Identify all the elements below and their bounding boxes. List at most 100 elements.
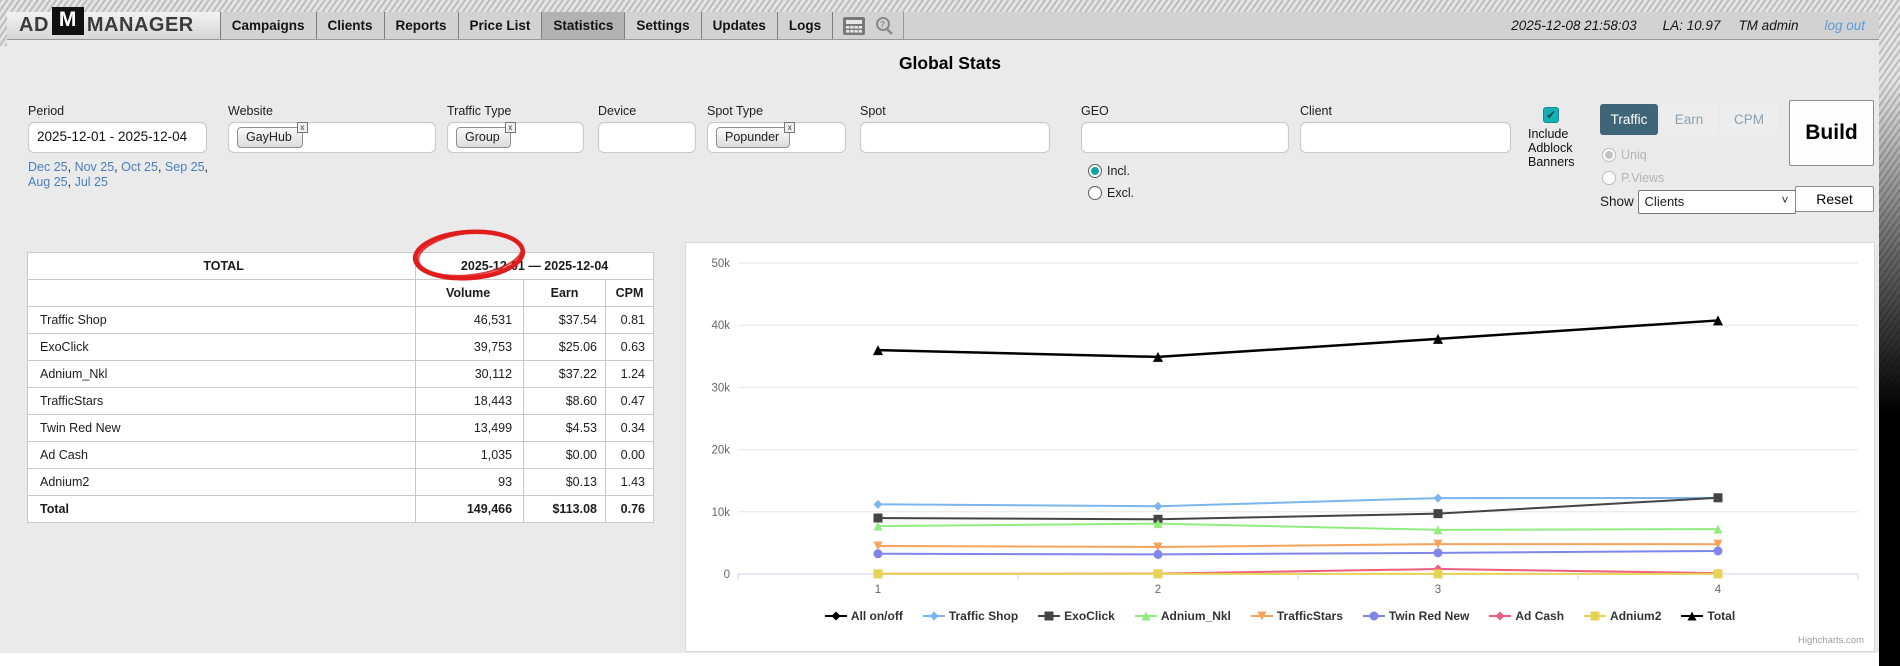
header-tools: ?	[833, 12, 904, 39]
quick-period-link-sep-25[interactable]: Sep 25	[165, 160, 205, 174]
search-icon[interactable]: ?	[873, 16, 895, 36]
cell-cpm: 0.00	[605, 442, 653, 469]
cell-cpm: 0.63	[605, 334, 653, 361]
legend-item-adnium-nkl[interactable]: Adnium_Nkl	[1135, 609, 1231, 623]
table-row-twin-red-new: Twin Red New 13,499 $4.53 0.34	[28, 415, 654, 442]
adblock-checkbox-label: IncludeAdblockBanners	[1528, 127, 1575, 169]
period-input[interactable]: 2025-12-01 - 2025-12-04	[28, 122, 207, 153]
device-input[interactable]	[598, 122, 696, 153]
nav-tab-clients[interactable]: Clients	[316, 12, 384, 39]
top-stripe-band	[0, 0, 1900, 12]
metric-toggle-group: TrafficEarnCPM	[1600, 104, 1778, 135]
data-point-twin-red-new-1	[874, 549, 883, 558]
legend-item-twin-red-new[interactable]: Twin Red New	[1363, 609, 1469, 623]
logo-text-ad: AD	[19, 14, 49, 37]
website-label: Website	[228, 104, 273, 118]
show-select[interactable]: Clients˅	[1638, 190, 1796, 214]
data-point-traffic-shop-3	[1434, 494, 1443, 503]
cell-name: ExoClick	[28, 334, 416, 361]
cell-volume: 46,531	[416, 307, 524, 334]
y-axis-label-40k: 40k	[711, 320, 730, 332]
nav-tab-price-list[interactable]: Price List	[458, 12, 542, 39]
legend-item-traffic-shop[interactable]: Traffic Shop	[923, 609, 1018, 623]
legend-item-adnium2[interactable]: Adnium2	[1584, 609, 1661, 623]
table-header-total: TOTAL	[28, 253, 416, 280]
legend-label-traffic-shop: Traffic Shop	[949, 609, 1018, 623]
website-chip[interactable]: GayHubx	[237, 127, 303, 148]
metric-tab-traffic[interactable]: Traffic	[1600, 104, 1658, 135]
legend-item-ad-cash[interactable]: Ad Cash	[1489, 609, 1564, 623]
quick-period-link-oct-25[interactable]: Oct 25	[121, 160, 158, 174]
metric-tab-earn[interactable]: Earn	[1660, 104, 1718, 135]
excl-radio[interactable]	[1088, 186, 1102, 200]
legend-marker-total	[1681, 610, 1703, 622]
cell-earn: $37.22	[524, 361, 606, 388]
cell-name: Twin Red New	[28, 415, 416, 442]
nav-tab-settings[interactable]: Settings	[624, 12, 700, 39]
legend-label-all-on-off: All on/off	[851, 609, 903, 623]
traffic-type-label: Traffic Type	[447, 104, 511, 118]
data-point-adnium2-2	[1154, 569, 1163, 578]
quick-period-link-jul-25[interactable]: Jul 25	[75, 175, 108, 189]
calculator-icon[interactable]	[841, 16, 867, 36]
remove-traffic-type-chip-icon[interactable]: x	[505, 122, 516, 133]
cell-volume: 18,443	[416, 388, 524, 415]
spot-label: Spot	[860, 104, 886, 118]
cell-volume: 39,753	[416, 334, 524, 361]
adblock-checkbox[interactable]: ✔	[1543, 107, 1559, 123]
spot-type-input[interactable]: Popunderx	[707, 122, 846, 153]
remove-website-chip-icon[interactable]: x	[297, 122, 308, 133]
x-axis-label-1: 1	[875, 584, 881, 596]
metric-tab-cpm[interactable]: CPM	[1720, 104, 1778, 135]
quick-period-link-aug-25[interactable]: Aug 25	[28, 175, 68, 189]
bottom-strip	[0, 653, 1879, 666]
cell-name: Adnium_Nkl	[28, 361, 416, 388]
spot-type-chip[interactable]: Popunderx	[716, 127, 790, 148]
right-stripe-band	[1879, 0, 1900, 666]
pviews-radio[interactable]	[1602, 171, 1616, 185]
chevron-down-icon: ˅	[1782, 193, 1789, 207]
traffic-type-input[interactable]: Groupx	[447, 122, 584, 153]
uniq-radio[interactable]	[1602, 148, 1616, 162]
legend-item-total[interactable]: Total	[1681, 609, 1735, 623]
cell-earn: $37.54	[524, 307, 606, 334]
nav-tab-updates[interactable]: Updates	[701, 12, 777, 39]
app-logo: ADMMANAGER	[7, 12, 220, 39]
client-input[interactable]	[1300, 122, 1511, 153]
cell-cpm: 0.76	[605, 496, 653, 523]
logout-link[interactable]: log out	[1824, 18, 1865, 33]
nav-tab-reports[interactable]: Reports	[384, 12, 458, 39]
traffic-line-chart: 010k20k30k40k50k1234	[686, 243, 1874, 651]
website-input[interactable]: GayHubx	[228, 122, 436, 153]
build-button[interactable]: Build	[1789, 100, 1874, 166]
legend-item-exoclick[interactable]: ExoClick	[1038, 609, 1115, 623]
cell-cpm: 0.47	[605, 388, 653, 415]
geo-input[interactable]	[1081, 122, 1289, 153]
legend-marker-exoclick	[1038, 610, 1060, 622]
current-datetime: 2025-12-08 21:58:03	[1511, 18, 1636, 33]
period-label: Period	[28, 104, 64, 118]
data-point-traffic-shop-2	[1154, 502, 1163, 511]
legend-item-all-on-off[interactable]: All on/off	[825, 609, 903, 623]
legend-label-adnium-nkl: Adnium_Nkl	[1161, 609, 1231, 623]
nav-tab-logs[interactable]: Logs	[777, 12, 833, 39]
remove-spot-type-chip-icon[interactable]: x	[784, 122, 795, 133]
incl-radio[interactable]	[1088, 164, 1102, 178]
nav-tab-campaigns[interactable]: Campaigns	[220, 12, 316, 39]
geo-label: GEO	[1081, 104, 1109, 118]
spot-input[interactable]	[860, 122, 1050, 153]
series-line-trafficstars	[878, 544, 1718, 547]
traffic-type-chip[interactable]: Groupx	[456, 127, 511, 148]
nav-tab-statistics[interactable]: Statistics	[541, 12, 624, 39]
reset-button[interactable]: Reset	[1795, 186, 1874, 212]
highcharts-credits[interactable]: Highcharts.com	[1798, 635, 1864, 646]
cell-earn: $25.06	[524, 334, 606, 361]
cell-earn: $0.13	[524, 469, 606, 496]
cell-cpm: 0.34	[605, 415, 653, 442]
cell-cpm: 1.24	[605, 361, 653, 388]
legend-item-trafficstars[interactable]: TrafficStars	[1251, 609, 1343, 623]
include-mode-group: Incl. Excl.	[1088, 162, 1134, 202]
cell-name: TrafficStars	[28, 388, 416, 415]
quick-period-link-nov-25[interactable]: Nov 25	[75, 160, 115, 174]
quick-period-link-dec-25[interactable]: Dec 25	[28, 160, 68, 174]
